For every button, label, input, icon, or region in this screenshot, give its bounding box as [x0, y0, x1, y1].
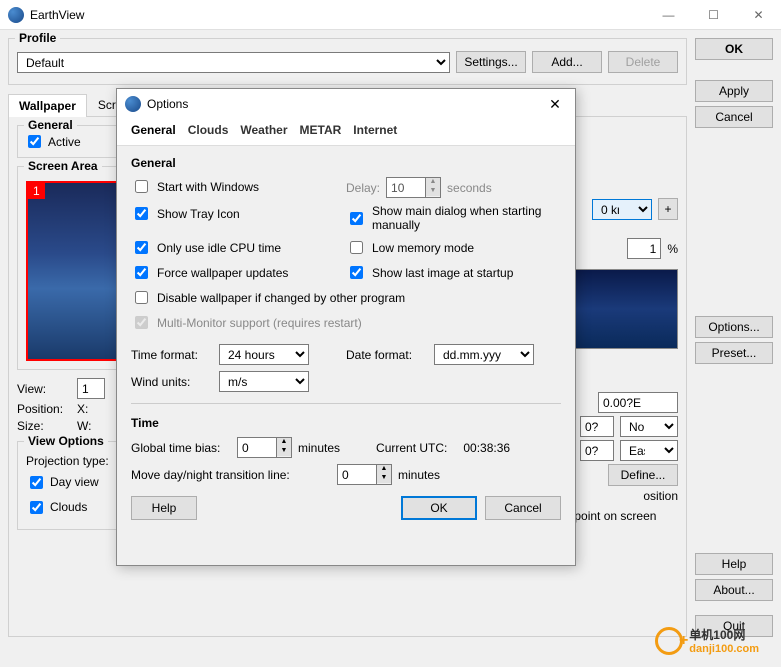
size-label: Size: — [17, 419, 71, 433]
pct-input[interactable] — [627, 238, 661, 259]
section-time: Time — [131, 416, 561, 430]
multimon-checkbox: Multi-Monitor support (requires restart) — [131, 313, 561, 332]
dlg-tab-weather[interactable]: Weather — [240, 123, 287, 137]
profile-select[interactable]: Default — [17, 52, 450, 73]
dialog-tabstrip: General Clouds Weather METAR Internet — [117, 119, 575, 146]
tab-wallpaper[interactable]: Wallpaper — [8, 94, 87, 117]
datefmt-select[interactable]: dd.mm.yyyy — [434, 344, 534, 365]
zoom-select[interactable]: 0 km) — [592, 199, 652, 220]
screen-badge: 1 — [28, 183, 45, 199]
profile-group: Profile Default Settings... Add... Delet… — [8, 38, 687, 85]
windunits-select[interactable]: m/s — [219, 371, 309, 392]
active-checkbox[interactable]: Active — [24, 132, 81, 151]
lat1-input[interactable] — [580, 416, 614, 437]
delay-spinner — [386, 177, 426, 198]
view-input[interactable] — [77, 378, 105, 399]
general-title: General — [24, 118, 77, 132]
view-label: View: — [17, 382, 71, 396]
section-general: General — [131, 156, 561, 170]
close-button[interactable]: ✕ — [736, 0, 781, 30]
watermark: 单机100网 danji100.com — [655, 626, 759, 655]
start-windows-checkbox[interactable]: Start with Windows — [131, 177, 346, 196]
move-line-label: Move day/night transition line: — [131, 468, 331, 482]
datefmt-label: Date format: — [346, 348, 428, 362]
add-button[interactable]: Add... — [532, 51, 602, 73]
gbias-spinner[interactable] — [237, 437, 277, 458]
dlg-tab-clouds[interactable]: Clouds — [188, 123, 229, 137]
view-options-title: View Options — [24, 434, 108, 448]
last-img-checkbox[interactable]: Show last image at startup — [346, 263, 561, 282]
options-button[interactable]: Options... — [695, 316, 773, 338]
help-button[interactable]: Help — [695, 553, 773, 575]
lon-input[interactable] — [598, 392, 678, 413]
dialog-close-button[interactable]: ✕ — [543, 92, 567, 116]
windunits-label: Wind units: — [131, 375, 213, 389]
define-button[interactable]: Define... — [608, 464, 678, 486]
maximize-button[interactable]: ☐ — [691, 0, 736, 30]
gbias-label: Global time bias: — [131, 441, 231, 455]
lat2-input[interactable] — [580, 440, 614, 461]
timefmt-select[interactable]: 24 hours — [219, 344, 309, 365]
window-title: EarthView — [30, 8, 646, 22]
east-select[interactable]: East — [620, 440, 678, 461]
apply-button[interactable]: Apply — [695, 80, 773, 102]
dlg-tab-metar[interactable]: METAR — [300, 123, 342, 137]
dialog-titlebar: Options ✕ — [117, 89, 575, 119]
dlg-cancel-button[interactable]: Cancel — [485, 496, 561, 520]
cur-utc-value: 00:38:36 — [463, 441, 510, 455]
options-dialog: Options ✕ General Clouds Weather METAR I… — [116, 88, 576, 566]
minimize-button[interactable]: — — [646, 0, 691, 30]
profile-title: Profile — [15, 31, 60, 45]
timefmt-label: Time format: — [131, 348, 213, 362]
dlg-tab-general[interactable]: General — [131, 123, 176, 137]
projection-label: Projection type: — [26, 454, 109, 468]
cur-utc-label: Current UTC: — [376, 441, 447, 455]
force-wp-checkbox[interactable]: Force wallpaper updates — [131, 263, 346, 282]
titlebar: EarthView — ☐ ✕ — [0, 0, 781, 30]
dlg-ok-button[interactable]: OK — [401, 496, 477, 520]
screen-thumbnail[interactable]: 1 — [26, 181, 126, 361]
dialog-title: Options — [147, 97, 543, 111]
dlg-tab-internet[interactable]: Internet — [353, 123, 397, 137]
app-icon — [8, 7, 24, 23]
ok-button[interactable]: OK — [695, 38, 773, 60]
settings-button[interactable]: Settings... — [456, 51, 526, 73]
position-label: Position: — [17, 402, 71, 416]
delay-label: Delay: — [346, 181, 380, 195]
delete-button[interactable]: Delete — [608, 51, 678, 73]
move-line-spinner[interactable] — [337, 464, 377, 485]
show-main-checkbox[interactable]: Show main dialog when starting manually — [346, 204, 561, 232]
watermark-logo-icon — [655, 627, 683, 655]
north-select[interactable]: North — [620, 416, 678, 437]
idle-cpu-checkbox[interactable]: Only use idle CPU time — [131, 238, 346, 257]
screen-area-title: Screen Area — [24, 159, 102, 173]
low-mem-checkbox[interactable]: Low memory mode — [346, 238, 561, 257]
dlg-help-button[interactable]: Help — [131, 496, 197, 520]
zoom-plus-button[interactable]: + — [658, 198, 678, 220]
dialog-icon — [125, 96, 141, 112]
preset-button[interactable]: Preset... — [695, 342, 773, 364]
about-button[interactable]: About... — [695, 579, 773, 601]
tray-checkbox[interactable]: Show Tray Icon — [131, 204, 346, 223]
disable-wp-checkbox[interactable]: Disable wallpaper if changed by other pr… — [131, 288, 561, 307]
cancel-button[interactable]: Cancel — [695, 106, 773, 128]
